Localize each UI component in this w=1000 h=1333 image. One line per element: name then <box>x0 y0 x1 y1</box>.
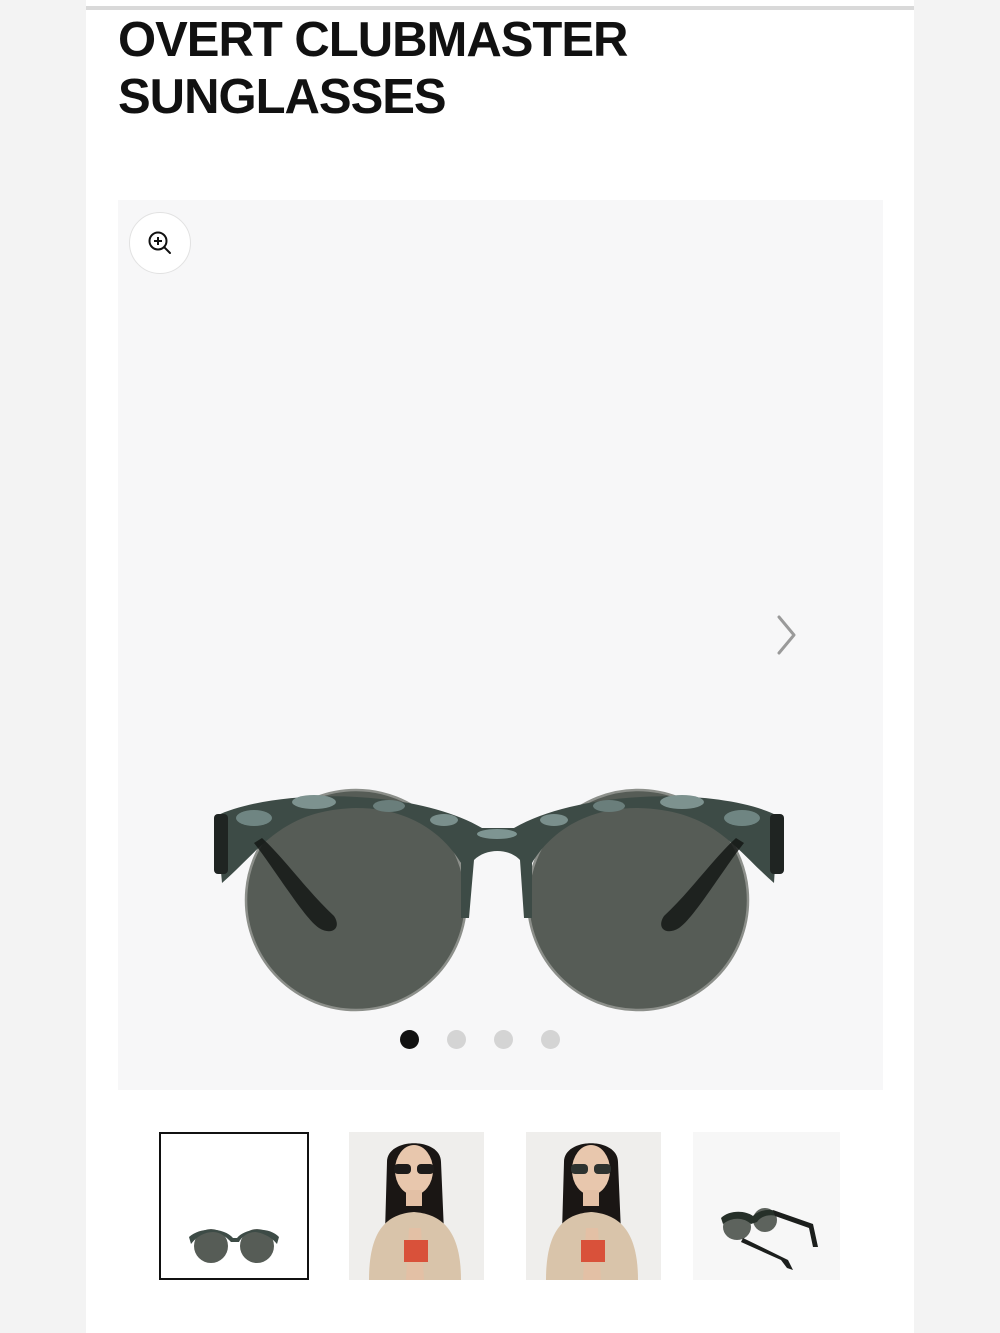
thumbnail-front-view[interactable] <box>159 1132 309 1280</box>
thumbnail-model-2[interactable] <box>526 1132 661 1280</box>
thumbnail-model-1[interactable] <box>349 1132 484 1280</box>
carousel-dot-2[interactable] <box>447 1030 466 1049</box>
carousel-dot-4[interactable] <box>541 1030 560 1049</box>
product-title: OVERT CLUBMASTER SUNGLASSES <box>118 13 628 124</box>
thumbnail-side-view[interactable] <box>693 1132 840 1280</box>
product-image-gallery[interactable] <box>118 200 883 1090</box>
carousel-dot-1[interactable] <box>400 1030 419 1049</box>
thumbnail-model-image-1 <box>349 1132 484 1280</box>
thumbnail-front-image <box>161 1134 307 1278</box>
product-page: OVERT CLUBMASTER SUNGLASSES <box>86 0 914 1333</box>
chevron-right-icon <box>777 615 796 655</box>
zoom-button[interactable] <box>129 212 191 274</box>
thumbnail-model-image-2 <box>526 1132 661 1280</box>
sunglasses-front-image <box>214 788 784 1012</box>
thumbnail-side-image <box>693 1132 840 1280</box>
top-divider <box>86 6 914 10</box>
carousel-dots <box>400 1030 560 1049</box>
carousel-dot-3[interactable] <box>494 1030 513 1049</box>
zoom-in-icon <box>148 231 171 254</box>
next-image-button[interactable] <box>770 610 804 660</box>
